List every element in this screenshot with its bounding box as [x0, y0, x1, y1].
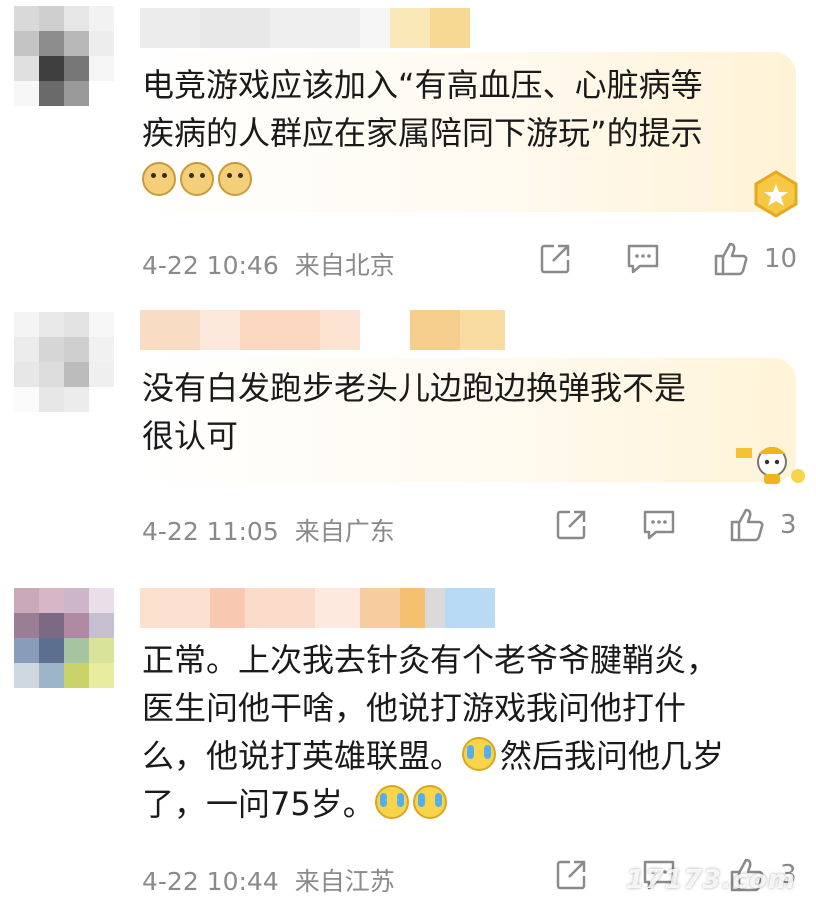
- comment-icon: [643, 510, 675, 540]
- watermark: 17173.com: [626, 865, 796, 895]
- like-button[interactable]: 3: [728, 506, 797, 544]
- username[interactable]: [140, 8, 470, 48]
- avatar[interactable]: [14, 312, 114, 412]
- share-button[interactable]: [554, 508, 588, 542]
- timestamp: 4-22 10:44: [142, 867, 279, 896]
- crying-laughing-emoji-icon: [374, 785, 409, 819]
- crying-laughing-emoji-icon: [462, 737, 497, 771]
- comment-icon: [627, 244, 659, 274]
- location: 来自北京: [294, 251, 395, 280]
- timestamp: 4-22 10:46: [142, 251, 279, 280]
- username[interactable]: [140, 588, 495, 628]
- share-button[interactable]: [554, 858, 588, 892]
- fan-badge-icon: [754, 170, 798, 218]
- emoji-row: [142, 157, 792, 205]
- like-count: 3: [780, 510, 797, 540]
- comment-meta: 4-22 10:44 来自江苏: [142, 862, 395, 898]
- comment-text: 电竞游戏应该加入“有高血压、心脏病等 疾病的人群应在家属陪同下游玩”的提示: [142, 61, 792, 205]
- avatar[interactable]: [14, 6, 114, 106]
- share-button[interactable]: [538, 242, 572, 276]
- location: 来自广东: [294, 517, 395, 546]
- comment-text: 没有白发跑步老头儿边跑边换弹我不是 很认可: [142, 369, 687, 455]
- share-icon: [540, 244, 570, 274]
- mascot-sticker-icon: [736, 447, 805, 484]
- crying-laughing-emoji-icon: [412, 785, 447, 819]
- doge-emoji-icon: [218, 162, 252, 196]
- username[interactable]: [140, 310, 505, 350]
- reply-button[interactable]: [626, 243, 660, 275]
- doge-emoji-icon: [180, 162, 214, 196]
- comment-meta: 4-22 10:46 来自北京: [142, 246, 395, 282]
- share-icon: [556, 860, 586, 890]
- like-button[interactable]: 10: [712, 240, 797, 278]
- comment-meta: 4-22 11:05 来自广东: [142, 512, 395, 548]
- location: 来自江苏: [294, 867, 395, 896]
- timestamp: 4-22 11:05: [142, 517, 279, 546]
- like-icon: [730, 508, 764, 542]
- reply-button[interactable]: [642, 509, 676, 541]
- comment-text: 正常。上次我去针灸有个老爷爷腱鞘炎， 医生问他干啥，他说打游戏我问他打什 么，他…: [142, 641, 725, 823]
- avatar[interactable]: [14, 588, 114, 688]
- doge-emoji-icon: [142, 162, 176, 196]
- share-icon: [556, 510, 586, 540]
- like-count: 10: [764, 244, 798, 274]
- like-icon: [714, 242, 748, 276]
